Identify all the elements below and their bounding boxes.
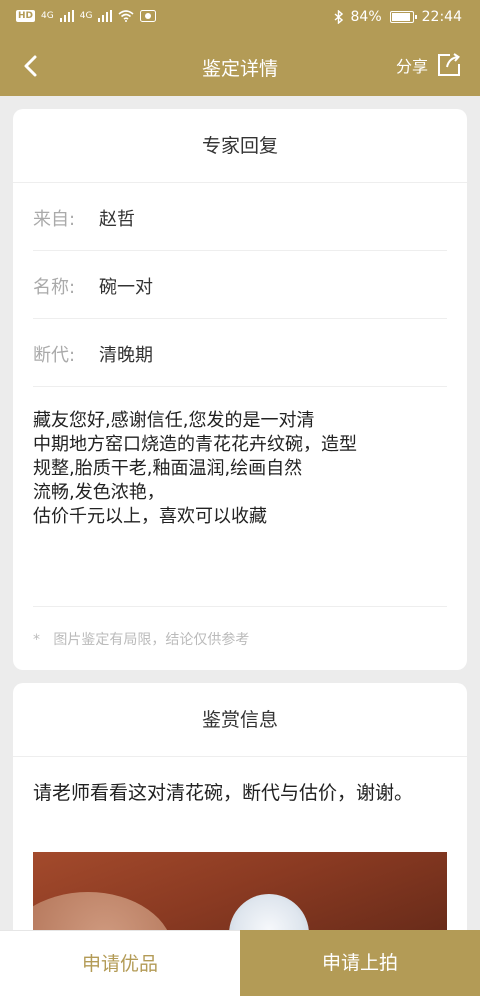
bottom-action-bar: 申请优品 申请上拍: [0, 930, 480, 996]
disclaimer-text: 图片鉴定有局限，结论仅供参考: [53, 632, 250, 648]
disclaimer-star: *: [33, 632, 40, 648]
field-label-from: 来自:: [33, 209, 76, 230]
clock: 22:44: [421, 9, 462, 25]
appraisal-info-title: 鉴赏信息: [13, 683, 467, 757]
field-value-from: 赵哲: [99, 209, 135, 230]
battery-percent: 84%: [350, 9, 382, 25]
hd-indicator: HD: [16, 10, 36, 22]
expert-reply-title: 专家回复: [13, 109, 467, 183]
signal-icon-2: [98, 10, 113, 22]
bluetooth-icon: [334, 10, 343, 24]
app-header: 鉴定详情 分享: [0, 36, 480, 96]
network-4g-2: 4G: [79, 11, 93, 21]
field-row-from: 来自: 赵哲: [33, 183, 447, 251]
field-value-period: 清晚期: [99, 345, 153, 366]
signal-icon: [59, 10, 74, 22]
apply-auction-button[interactable]: 申请上拍: [240, 930, 480, 996]
field-value-name: 碗一对: [99, 277, 153, 298]
share-icon: [438, 53, 461, 76]
status-bar: HD 4G 4G 84% 22:44: [0, 0, 480, 36]
app-notification-icon: [140, 10, 157, 22]
wifi-icon: [118, 10, 134, 22]
status-left: HD 4G 4G: [16, 10, 157, 22]
share-button[interactable]: 分享: [396, 52, 462, 78]
expert-reply-card: 专家回复 来自: 赵哲 名称: 碗一对 断代: 清晚期 藏友您好,感谢信任,您发…: [13, 109, 467, 670]
field-label-period: 断代:: [33, 345, 76, 366]
field-row-period: 断代: 清晚期: [33, 319, 447, 387]
apply-premium-button[interactable]: 申请优品: [0, 930, 240, 996]
field-row-name: 名称: 碗一对: [33, 251, 447, 319]
expert-reply-text: 藏友您好,感谢信任,您发的是一对清 中期地方窑口烧造的青花花卉纹碗，造型 规整,…: [33, 410, 357, 527]
reply-divider: [33, 606, 447, 607]
network-4g-1: 4G: [41, 11, 54, 21]
status-right: 84% 22:44: [334, 9, 462, 25]
field-label-name: 名称:: [33, 277, 76, 298]
disclaimer-note: * 图片鉴定有局限，结论仅供参考: [33, 629, 249, 649]
battery-icon: [389, 11, 417, 23]
share-label: 分享: [395, 57, 428, 76]
appraisal-question: 请老师看看这对清花碗，断代与估价，谢谢。: [33, 782, 414, 804]
